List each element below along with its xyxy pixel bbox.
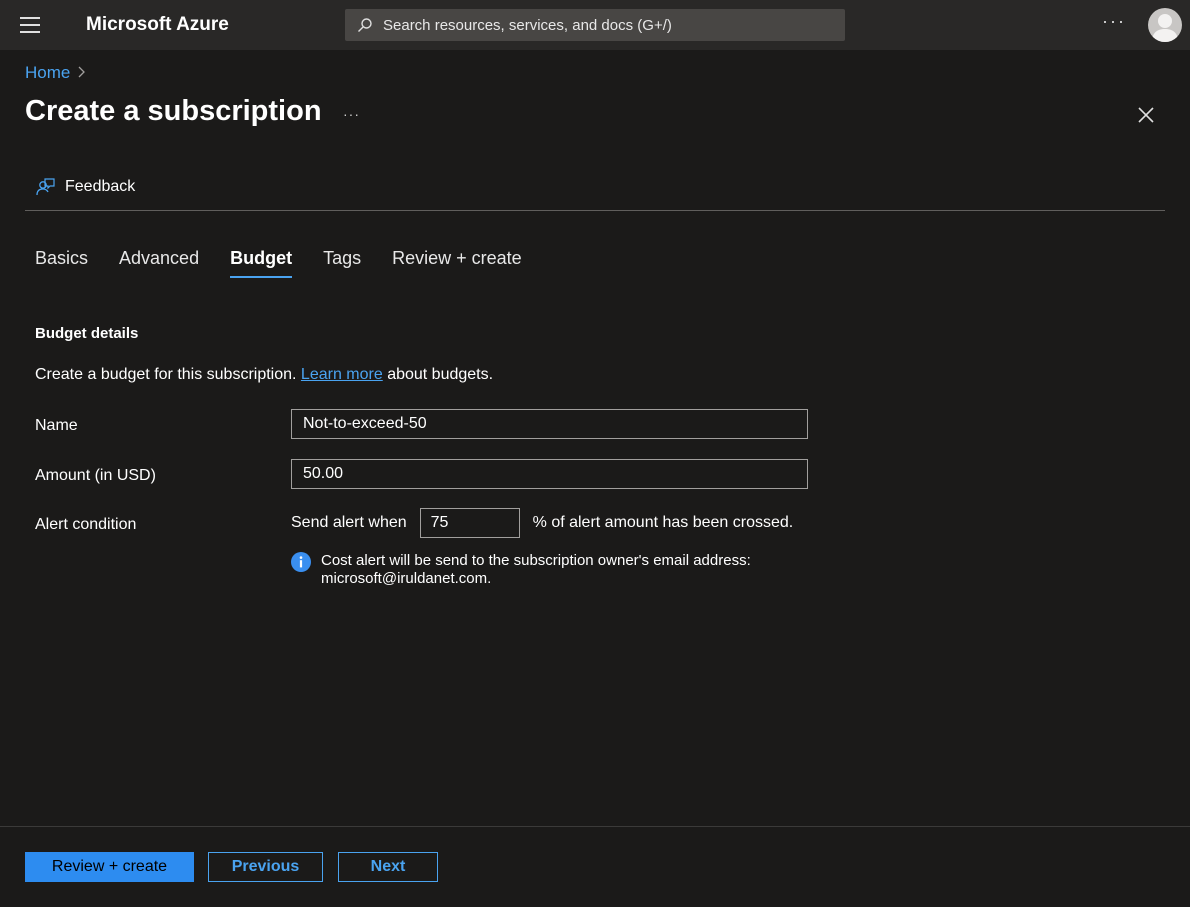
info-icon	[291, 552, 311, 572]
previous-button[interactable]: Previous	[208, 852, 323, 882]
top-bar: Microsoft Azure Search resources, servic…	[0, 0, 1190, 50]
learn-more-link[interactable]: Learn more	[301, 366, 383, 383]
menu-icon[interactable]	[20, 17, 40, 33]
tab-budget[interactable]: Budget	[230, 248, 293, 278]
name-label: Name	[35, 417, 78, 434]
footer-divider	[0, 826, 1190, 827]
close-icon[interactable]	[1135, 104, 1157, 126]
avatar[interactable]	[1148, 8, 1182, 42]
tab-advanced[interactable]: Advanced	[119, 248, 199, 278]
alert-suffix-text: % of alert amount has been crossed.	[532, 514, 794, 531]
chevron-right-icon	[78, 65, 86, 81]
budget-name-input[interactable]	[291, 409, 808, 439]
search-icon	[358, 18, 372, 32]
search-input[interactable]: Search resources, services, and docs (G+…	[383, 17, 672, 34]
budget-amount-input[interactable]	[291, 459, 808, 489]
feedback-button[interactable]: Feedback	[35, 177, 135, 197]
tab-review-create[interactable]: Review + create	[392, 248, 522, 278]
tab-basics[interactable]: Basics	[35, 248, 88, 278]
alert-prefix-text: Send alert when	[291, 514, 407, 531]
info-line-2: microsoft@iruldanet.com.	[321, 570, 492, 587]
info-line-1: Cost alert will be send to the subscript…	[321, 552, 751, 569]
page-title: Create a subscription	[25, 95, 322, 127]
breadcrumb-home-link[interactable]: Home	[25, 63, 70, 83]
tab-tags[interactable]: Tags	[323, 248, 361, 278]
amount-label: Amount (in USD)	[35, 467, 156, 484]
description-text-end: about budgets.	[382, 366, 494, 383]
info-text: Cost alert will be send to the subscript…	[321, 552, 781, 588]
title-more-icon[interactable]: ···	[343, 106, 360, 122]
brand-name[interactable]: Microsoft Azure	[86, 14, 229, 36]
review-create-button[interactable]: Review + create	[25, 852, 194, 882]
budget-description: Create a budget for this subscription. L…	[35, 366, 493, 384]
search-box[interactable]: Search resources, services, and docs (G+…	[345, 9, 845, 41]
alert-percent-input[interactable]	[419, 508, 520, 538]
divider	[25, 210, 1165, 211]
section-title: Budget details	[35, 325, 139, 342]
tab-bar: Basics Advanced Budget Tags Review + cre…	[35, 248, 553, 278]
info-message: Cost alert will be send to the subscript…	[291, 552, 781, 588]
user-avatar-icon	[1152, 14, 1178, 42]
next-button[interactable]: Next	[338, 852, 438, 882]
description-text: Create a budget for this subscription.	[35, 366, 301, 383]
alert-condition-label: Alert condition	[35, 516, 137, 533]
feedback-label: Feedback	[65, 178, 136, 195]
feedback-icon	[36, 178, 55, 196]
more-options-icon[interactable]: ···	[1102, 11, 1126, 32]
breadcrumb: Home	[25, 63, 86, 83]
alert-condition-row: Send alert when % of alert amount has be…	[291, 508, 793, 538]
